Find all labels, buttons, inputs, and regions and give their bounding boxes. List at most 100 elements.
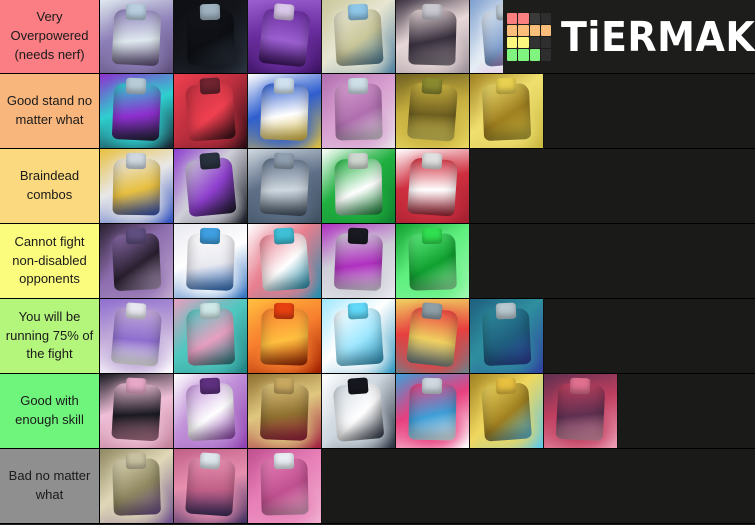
- tier-item[interactable]: [100, 74, 174, 148]
- tier-item[interactable]: [174, 149, 248, 223]
- thumbnail-figure-head: [347, 228, 369, 246]
- tier-item[interactable]: [248, 0, 322, 73]
- stand-thumbnail-3: [248, 0, 321, 73]
- tier-label[interactable]: Cannot fight non-disabled opponents: [0, 224, 100, 298]
- tier-item[interactable]: [322, 149, 396, 223]
- tier-item[interactable]: [100, 224, 174, 298]
- stand-thumbnail-33: [396, 374, 469, 448]
- tier-label[interactable]: Good stand no matter what: [0, 74, 100, 148]
- tier-item[interactable]: [100, 0, 174, 73]
- tier-label[interactable]: Good with enough skill: [0, 374, 100, 448]
- tier-item[interactable]: [322, 224, 396, 298]
- stand-thumbnail-35: [544, 374, 617, 448]
- tier-item[interactable]: [248, 374, 322, 448]
- stand-thumbnail-38: [248, 449, 321, 523]
- thumbnail-figure-head: [200, 228, 221, 245]
- tier-item[interactable]: [322, 374, 396, 448]
- tier-drop-area[interactable]: [618, 374, 755, 448]
- tier-item[interactable]: [396, 299, 470, 373]
- stand-thumbnail-12: [470, 74, 543, 148]
- thumbnail-figure-head: [200, 4, 221, 21]
- tier-items: [100, 449, 755, 523]
- tier-items: [100, 149, 755, 223]
- tier-items: [100, 224, 755, 298]
- tier-drop-area[interactable]: [470, 224, 755, 298]
- tier-item[interactable]: [396, 374, 470, 448]
- thumbnail-figure-head: [199, 452, 222, 471]
- stand-thumbnail-6: [470, 0, 543, 73]
- tier-drop-area[interactable]: [470, 149, 755, 223]
- tier-items: [100, 299, 755, 373]
- stand-thumbnail-21: [322, 224, 395, 298]
- thumbnail-figure-head: [125, 302, 148, 321]
- thumbnail-figure-head: [126, 453, 147, 470]
- thumbnail-figure-head: [569, 378, 592, 396]
- tier-item[interactable]: [174, 0, 248, 73]
- tier-item[interactable]: [174, 449, 248, 523]
- thumbnail-figure-head: [422, 378, 443, 395]
- tier-item[interactable]: [322, 299, 396, 373]
- tier-item[interactable]: [322, 0, 396, 73]
- tier-item[interactable]: [174, 74, 248, 148]
- stand-thumbnail-16: [322, 149, 395, 223]
- stand-thumbnail-30: [174, 374, 247, 448]
- tier-label[interactable]: You will be running 75% of the fight: [0, 299, 100, 373]
- tier-row: Good with enough skill: [0, 374, 755, 449]
- stand-thumbnail-20: [248, 224, 321, 298]
- tier-item[interactable]: [248, 449, 322, 523]
- tier-item[interactable]: [100, 374, 174, 448]
- stand-thumbnail-8: [174, 74, 247, 148]
- tier-drop-area[interactable]: [322, 449, 755, 523]
- tier-item[interactable]: [396, 0, 470, 73]
- tier-drop-area[interactable]: [544, 0, 755, 73]
- tier-list-board: Very Overpowered (needs nerf) Good stand …: [0, 0, 755, 525]
- tier-item[interactable]: [396, 224, 470, 298]
- stand-thumbnail-10: [322, 74, 395, 148]
- tier-item[interactable]: [174, 299, 248, 373]
- tier-row: Braindead combos: [0, 149, 755, 224]
- thumbnail-figure-head: [273, 227, 296, 246]
- tier-item[interactable]: [396, 74, 470, 148]
- tier-item[interactable]: [100, 149, 174, 223]
- tier-item[interactable]: [470, 74, 544, 148]
- tier-item[interactable]: [322, 74, 396, 148]
- tier-item[interactable]: [396, 149, 470, 223]
- tier-label[interactable]: Very Overpowered (needs nerf): [0, 0, 100, 73]
- thumbnail-figure-head: [273, 152, 296, 171]
- tier-row: Very Overpowered (needs nerf): [0, 0, 755, 74]
- tier-item[interactable]: [248, 224, 322, 298]
- tier-item[interactable]: [248, 149, 322, 223]
- tier-item[interactable]: [174, 224, 248, 298]
- stand-thumbnail-36: [100, 449, 173, 523]
- tier-item[interactable]: [544, 374, 618, 448]
- tier-row: You will be running 75% of the fight: [0, 299, 755, 374]
- tier-items: [100, 74, 755, 148]
- tier-item[interactable]: [248, 299, 322, 373]
- thumbnail-figure-head: [125, 3, 148, 21]
- thumbnail-figure-head: [199, 152, 222, 171]
- tier-item[interactable]: [470, 374, 544, 448]
- tier-item[interactable]: [100, 449, 174, 523]
- tier-label[interactable]: Bad no matter what: [0, 449, 100, 523]
- stand-thumbnail-37: [174, 449, 247, 523]
- thumbnail-figure-head: [200, 303, 221, 321]
- tier-rows-container: Very Overpowered (needs nerf) Good stand …: [0, 0, 755, 524]
- tier-item[interactable]: [470, 299, 544, 373]
- stand-thumbnail-23: [100, 299, 173, 373]
- tier-label[interactable]: Braindead combos: [0, 149, 100, 223]
- tier-items: [100, 374, 755, 448]
- thumbnail-figure-head: [422, 228, 443, 245]
- tier-item[interactable]: [174, 374, 248, 448]
- tier-drop-area[interactable]: [544, 299, 755, 373]
- thumbnail-figure-head: [347, 377, 370, 396]
- stand-thumbnail-29: [100, 374, 173, 448]
- tier-item[interactable]: [470, 0, 544, 73]
- thumbnail-figure-head: [495, 78, 517, 96]
- thumbnail-figure-head: [125, 377, 148, 396]
- tier-drop-area[interactable]: [544, 74, 755, 148]
- stand-thumbnail-1: [100, 0, 173, 73]
- tier-item[interactable]: [100, 299, 174, 373]
- stand-thumbnail-14: [174, 149, 247, 223]
- tier-item[interactable]: [248, 74, 322, 148]
- stand-thumbnail-11: [396, 74, 469, 148]
